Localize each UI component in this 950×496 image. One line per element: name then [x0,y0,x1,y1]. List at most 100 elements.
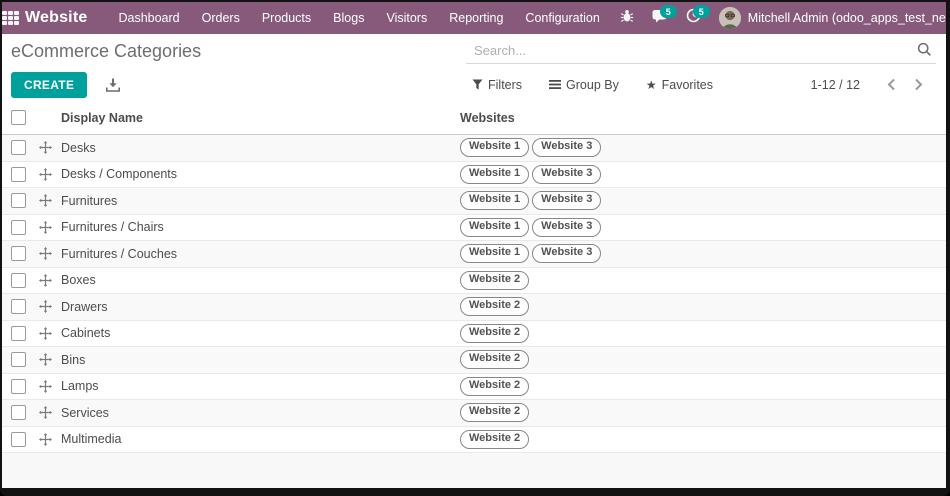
row-checkbox[interactable] [11,352,26,368]
website-badge: Website 3 [532,191,602,211]
drag-handle[interactable] [32,167,60,181]
row-websites: Website 1 Website 3 [460,244,946,264]
debug-button[interactable] [611,2,643,34]
nav-item-visitors[interactable]: Visitors [375,2,438,34]
website-badge: Website 3 [532,217,602,237]
table-row[interactable]: Desks Website 1 Website 3 [2,135,946,162]
column-header-display-name[interactable]: Display Name [60,111,460,125]
apps-menu-button[interactable] [2,2,19,34]
website-badge: Website 2 [460,350,530,370]
row-checkbox[interactable] [11,246,26,262]
nav-item-products[interactable]: Products [251,2,322,34]
drag-handle[interactable] [32,141,60,155]
row-checkbox[interactable] [11,272,26,288]
systray: 5 5 Mitchell Admin (odoo_apps_test_ne [611,2,946,34]
move-icon [39,353,52,367]
website-badge: Website 2 [460,297,530,317]
table-row[interactable]: Furnitures / Chairs Website 1 Website 3 [2,214,946,241]
row-checkbox[interactable] [11,378,26,394]
table-row[interactable]: Boxes Website 2 [2,267,946,294]
search-options: Filters Group By ★ Favorites [472,78,713,92]
nav-item-dashboard[interactable]: Dashboard [107,2,190,34]
activities-button[interactable]: 5 [677,2,710,34]
row-checkbox[interactable] [11,219,26,235]
row-checkbox[interactable] [11,193,26,209]
filters-button[interactable]: Filters [472,78,522,92]
column-header-websites[interactable]: Websites [460,111,946,125]
group-by-button[interactable]: Group By [549,78,619,92]
row-websites: Website 2 [460,323,946,343]
export-button[interactable] [106,78,121,92]
search-input[interactable] [466,38,936,64]
row-checkbox[interactable] [11,325,26,341]
pager-range: 1-12 / 12 [810,77,860,92]
drag-handle[interactable] [32,432,60,446]
drag-handle[interactable] [32,353,60,367]
nav-item-orders[interactable]: Orders [191,2,251,34]
row-display-name: Lamps [61,379,99,394]
table-row[interactable]: Lamps Website 2 [2,373,946,400]
nav-item-configuration[interactable]: Configuration [514,2,610,34]
table-row[interactable]: Furnitures Website 1 Website 3 [2,188,946,215]
table-row[interactable]: Services Website 2 [2,400,946,427]
pager-next-button[interactable] [905,76,932,93]
row-checkbox[interactable] [11,405,26,421]
website-badge: Website 3 [532,244,602,264]
table-row[interactable]: Bins Website 2 [2,347,946,374]
row-checkbox[interactable] [11,166,26,182]
nav-item-reporting[interactable]: Reporting [438,2,514,34]
website-badge: Website 2 [460,376,530,396]
website-badge: Website 1 [460,164,530,184]
website-badge: Website 2 [460,270,530,290]
move-icon [39,141,52,155]
drag-handle[interactable] [32,406,60,420]
row-websites: Website 2 [460,350,946,370]
table-row[interactable]: Drawers Website 2 [2,294,946,321]
table-row[interactable]: Multimedia Website 2 [2,426,946,453]
filter-icon [472,79,483,90]
website-badge: Website 2 [460,323,530,343]
drag-handle[interactable] [32,247,60,261]
search-icon[interactable] [917,42,932,62]
messages-button[interactable]: 5 [643,2,677,34]
list-view-background [2,453,946,488]
move-icon [39,220,52,234]
row-display-name: Furnitures / Chairs [61,220,164,235]
drag-handle[interactable] [32,220,60,234]
create-button[interactable]: CREATE [11,71,88,98]
row-display-name: Cabinets [61,326,111,341]
user-menu[interactable]: Mitchell Admin (odoo_apps_test_new_sep1) [748,11,946,25]
nav-item-blogs[interactable]: Blogs [322,2,375,34]
download-icon [106,78,121,92]
select-all-checkbox[interactable] [11,110,26,125]
move-icon [39,273,52,287]
row-display-name: Drawers [61,299,108,314]
drag-handle[interactable] [32,273,60,287]
drag-handle[interactable] [32,326,60,340]
drag-handle[interactable] [32,194,60,208]
pager-previous-button[interactable] [878,76,905,93]
website-badge: Website 3 [532,164,602,184]
drag-handle[interactable] [32,379,60,393]
brand-website[interactable]: Website [25,9,87,27]
activities-count-badge: 5 [692,5,710,18]
row-checkbox[interactable] [11,299,26,315]
row-websites: Website 2 [460,376,946,396]
table-row[interactable]: Desks / Components Website 1 Website 3 [2,161,946,188]
top-navbar: Website Dashboard Orders Products Blogs … [2,2,946,34]
row-display-name: Furnitures [61,193,118,208]
row-websites: Website 1 Website 3 [460,217,946,237]
move-icon [39,379,52,393]
move-icon [39,406,52,420]
website-badge: Website 1 [460,138,530,158]
row-websites: Website 1 Website 3 [460,138,946,158]
user-avatar[interactable] [718,7,741,29]
row-display-name: Boxes [61,273,96,288]
table-row[interactable]: Cabinets Website 2 [2,320,946,347]
move-icon [39,167,52,181]
favorites-button[interactable]: ★ Favorites [646,78,713,92]
row-checkbox[interactable] [11,431,26,447]
drag-handle[interactable] [32,300,60,314]
table-row[interactable]: Furnitures / Couches Website 1 Website 3 [2,241,946,268]
row-checkbox[interactable] [11,140,26,156]
